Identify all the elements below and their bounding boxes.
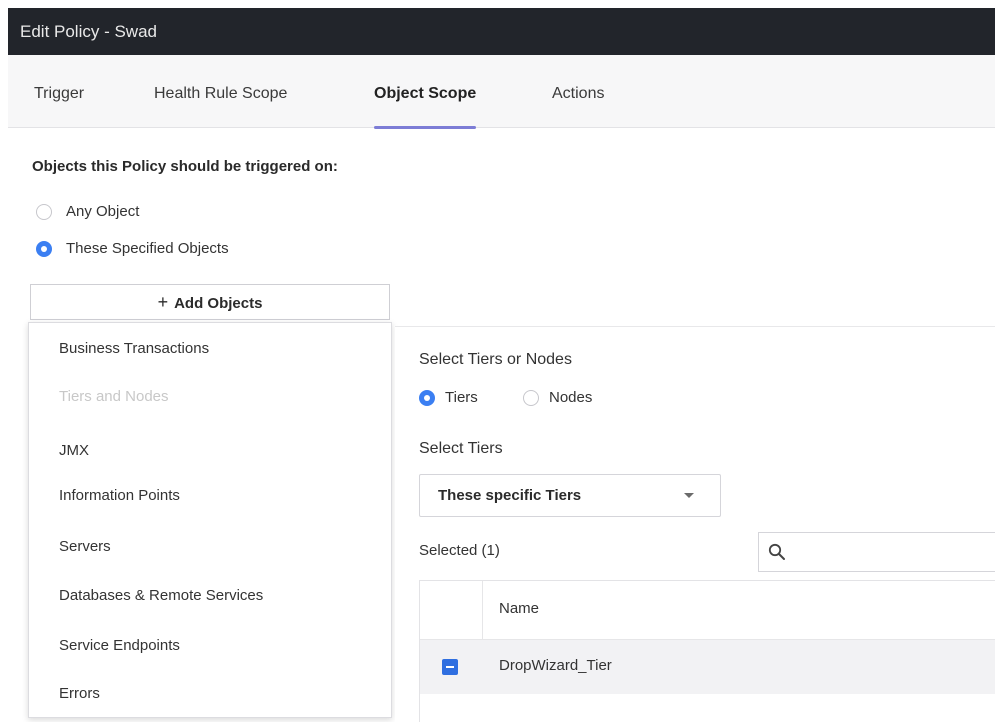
add-objects-button[interactable]: + Add Objects <box>30 284 390 320</box>
selected-count: Selected (1) <box>419 542 500 559</box>
radio-button[interactable] <box>36 204 52 221</box>
row-checkbox[interactable] <box>442 659 458 675</box>
radio-any-object[interactable]: Any Object <box>36 201 139 223</box>
tab-trigger[interactable]: Trigger <box>34 55 84 127</box>
search-input[interactable] <box>758 532 995 572</box>
radio-label: Nodes <box>549 389 593 407</box>
menu-item-databases-remote-services[interactable]: Databases & Remote Services <box>59 587 263 604</box>
search-icon <box>768 543 785 560</box>
tab-object-scope-label: Object Scope <box>374 85 477 102</box>
row-name: DropWizard_Tier <box>499 657 612 674</box>
add-objects-dropdown-menu: Business Transactions Tiers and Nodes JM… <box>28 322 392 718</box>
radio-button-selected[interactable] <box>419 390 435 407</box>
scope-heading: Objects this Policy should be triggered … <box>32 158 338 175</box>
tab-actions[interactable]: Actions <box>552 55 604 127</box>
window-title: Edit Policy - Swad <box>20 22 157 41</box>
radio-tiers[interactable]: Tiers <box>419 387 478 409</box>
table-row[interactable]: DropWizard_Tier <box>420 640 995 694</box>
tab-health-rule-scope[interactable]: Health Rule Scope <box>154 55 287 127</box>
radio-label: Any Object <box>66 203 140 221</box>
menu-item-servers[interactable]: Servers <box>59 538 111 555</box>
active-tab-indicator <box>374 126 477 129</box>
column-header-name[interactable]: Name <box>499 600 539 617</box>
column-divider <box>482 581 483 639</box>
radio-label: Tiers <box>445 389 478 407</box>
window-title-bar: Edit Policy - Swad <box>8 8 995 55</box>
radio-button[interactable] <box>523 390 539 407</box>
tab-object-scope[interactable]: Object Scope <box>374 55 477 129</box>
radio-button-selected[interactable] <box>36 241 52 258</box>
radio-these-specified-objects[interactable]: These Specified Objects <box>36 238 229 260</box>
tab-actions-label: Actions <box>552 85 605 102</box>
menu-item-tiers-and-nodes: Tiers and Nodes <box>59 388 169 405</box>
radio-label: These Specified Objects <box>66 240 229 258</box>
add-objects-label: Add Objects <box>174 295 263 312</box>
tiers-dropdown[interactable]: These specific Tiers <box>419 474 721 517</box>
select-tiers-label: Select Tiers <box>419 440 503 457</box>
select-tiers-or-nodes-label: Select Tiers or Nodes <box>419 351 572 368</box>
menu-item-information-points[interactable]: Information Points <box>59 487 180 504</box>
radio-nodes[interactable]: Nodes <box>523 387 592 409</box>
tab-health-rule-scope-label: Health Rule Scope <box>154 85 288 102</box>
tab-bar: Trigger Health Rule Scope Object Scope A… <box>8 55 995 129</box>
menu-item-service-endpoints[interactable]: Service Endpoints <box>59 637 180 654</box>
menu-item-errors[interactable]: Errors <box>59 685 100 702</box>
plus-icon: + <box>157 292 169 312</box>
tiers-dropdown-value: These specific Tiers <box>438 487 582 504</box>
tab-trigger-label: Trigger <box>34 85 85 102</box>
tiers-table: Name DropWizard_Tier <box>419 580 995 722</box>
menu-item-jmx[interactable]: JMX <box>59 442 89 459</box>
menu-item-business-transactions[interactable]: Business Transactions <box>59 340 209 357</box>
chevron-down-icon <box>684 493 694 498</box>
table-header: Name <box>420 581 995 640</box>
